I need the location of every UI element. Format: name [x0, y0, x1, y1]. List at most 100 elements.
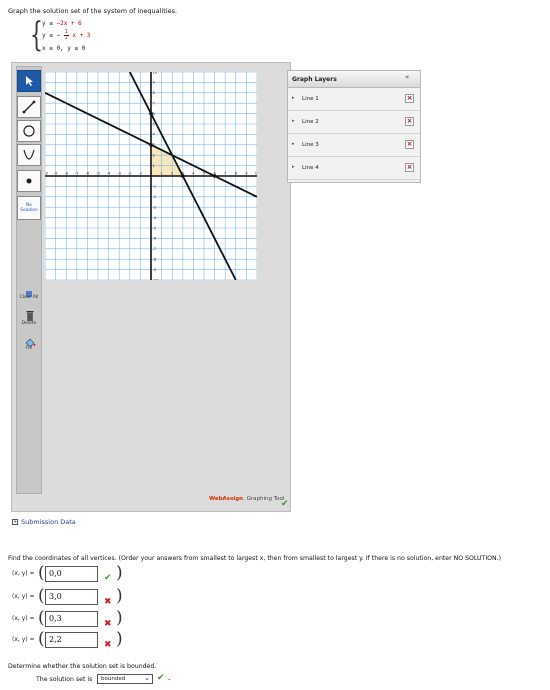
- layer-item-2[interactable]: ▸ Line 2 ×: [288, 112, 420, 134]
- inequality-system: { y ≤ −2x + 6 y ≤ − 1 2 x + 3 x ≥ 0, y ≥…: [30, 18, 120, 56]
- line-point: [149, 111, 153, 116]
- brand-text: WebAssign. Graphing Tool: [209, 496, 284, 502]
- layer-item-4[interactable]: ▸ Line 4 ×: [288, 158, 420, 180]
- y-tick-label: 2: [153, 154, 155, 158]
- layer-label: Line 4: [302, 165, 319, 171]
- xy-label: (x, y) =: [12, 636, 35, 643]
- open-paren: (: [38, 629, 45, 649]
- vertex-question: Find the coordinates of all vertices. (O…: [8, 555, 502, 562]
- graph-layers-header: Graph Layers: [287, 70, 421, 88]
- layer-label: Line 2: [302, 119, 319, 125]
- layer-label: Line 3: [302, 142, 319, 148]
- bounded-label: The solution set is: [36, 676, 93, 683]
- x-tick-label: -5: [96, 172, 100, 176]
- no-solution-button[interactable]: No Solution: [17, 196, 41, 220]
- graph-correct-check-icon: ✔: [281, 499, 289, 509]
- submission-data-toggle[interactable]: + Submission Data: [12, 518, 76, 526]
- expand-arrow-icon[interactable]: ▸: [292, 95, 295, 101]
- delete-layer-icon[interactable]: ×: [405, 140, 414, 149]
- expand-arrow-icon[interactable]: ▸: [292, 118, 295, 124]
- bounded-question: Determine whether the solution set is bo…: [8, 663, 157, 670]
- close-paren: ): [116, 629, 123, 649]
- open-paren: (: [38, 586, 45, 606]
- y-tick-label: -1: [153, 185, 157, 189]
- y-tick-label: -2: [153, 195, 157, 199]
- pointer-tool-button[interactable]: [17, 70, 41, 92]
- vertex-input[interactable]: 0,0: [45, 566, 98, 582]
- inequality-1: y ≤ −2x + 6: [42, 20, 82, 27]
- solution-region: [151, 144, 183, 176]
- y-tick-label: -10: [153, 278, 160, 280]
- x-tick-label: -7: [75, 172, 79, 176]
- x-tick-label: -4: [107, 172, 111, 176]
- fraction-denominator: 2: [64, 35, 68, 41]
- xy-label: (x, y) =: [12, 570, 35, 577]
- pointer-icon: [26, 76, 33, 86]
- xy-label: (x, y) =: [12, 593, 35, 600]
- close-paren: ): [116, 586, 123, 606]
- question-text: Graph the solution set of the system of …: [8, 7, 178, 15]
- x-tick-label: -9: [54, 172, 58, 176]
- line-point: [181, 174, 185, 178]
- bounded-select-value: bounded: [101, 676, 126, 682]
- y-tick-label: -3: [153, 206, 157, 210]
- y-tick-label: -5: [153, 226, 157, 230]
- line-point: [149, 143, 153, 147]
- coordinate-plane[interactable]: -10-9-8-7-6-5-4-3-2-11234567891010987654…: [45, 72, 257, 280]
- no-solution-label: No Solution: [20, 203, 38, 213]
- line-tool-button[interactable]: [17, 96, 41, 118]
- delete-layer-icon[interactable]: ×: [405, 163, 414, 172]
- y-tick-label: -7: [153, 247, 157, 251]
- vertex-input[interactable]: 2,2: [45, 632, 98, 648]
- ineq2-right: x + 3: [72, 32, 91, 39]
- parabola-icon: [23, 149, 35, 160]
- close-paren: ): [116, 608, 123, 628]
- x-tick-label: 9: [245, 172, 248, 176]
- layer-item-3[interactable]: ▸ Line 3 ×: [288, 135, 420, 157]
- delete-button[interactable]: [24, 307, 36, 321]
- fill-label: Fill: [25, 346, 32, 351]
- circle-tool-button[interactable]: [17, 120, 41, 142]
- xy-label: (x, y) =: [12, 615, 35, 622]
- cross-icon: ✖: [104, 619, 112, 629]
- bounded-select[interactable]: bounded ⌄: [97, 674, 153, 684]
- layer-label: Line 1: [302, 96, 319, 102]
- x-tick-label: -3: [117, 172, 121, 176]
- x-tick-label: -1: [139, 172, 143, 176]
- clear-all-button[interactable]: [20, 283, 38, 297]
- brand-name: WebAssign: [209, 496, 244, 502]
- y-tick-label: 10: [153, 72, 158, 74]
- open-paren: (: [38, 563, 45, 583]
- expand-arrow-icon[interactable]: ▸: [292, 164, 295, 170]
- delete-layer-icon[interactable]: ×: [405, 94, 414, 103]
- inequality-2: y ≤ − 1 2 x + 3: [42, 30, 90, 41]
- check-icon: ✔: [104, 573, 112, 583]
- cross-icon: ✖: [104, 597, 112, 607]
- point-tool-button[interactable]: [17, 170, 41, 192]
- y-tick-label: 6: [153, 112, 156, 116]
- ineq1-right: −2x + 6: [56, 20, 82, 27]
- x-tick-label: 7: [224, 172, 226, 176]
- x-tick-label: 4: [192, 172, 195, 176]
- open-paren: (: [38, 608, 45, 628]
- fill-button[interactable]: [24, 333, 36, 348]
- circle-icon: [23, 125, 35, 137]
- bounded-correct-check-icon: ✔ .: [157, 673, 171, 683]
- ineq1-left: y ≤: [42, 20, 53, 27]
- x-tick-label: 1: [160, 172, 162, 176]
- chevron-down-icon: ⌄: [144, 674, 150, 682]
- x-tick-label: -6: [86, 172, 90, 176]
- point-icon: [26, 178, 32, 184]
- x-tick-label: 2: [171, 172, 173, 176]
- expand-arrow-icon[interactable]: ▸: [292, 141, 295, 147]
- vertex-input[interactable]: 3,0: [45, 589, 98, 605]
- delete-layer-icon[interactable]: ×: [405, 117, 414, 126]
- inequality-3: x ≥ 0, y ≥ 0: [42, 45, 86, 52]
- delete-label: Delete: [21, 321, 37, 326]
- collapse-icon[interactable]: «: [405, 73, 409, 81]
- layer-item-1[interactable]: ▸ Line 1 ×: [288, 89, 420, 111]
- parabola-tool-button[interactable]: [17, 144, 41, 166]
- line-point: [212, 174, 217, 178]
- vertex-input[interactable]: 0,3: [45, 611, 98, 627]
- brand-suffix: . Graphing Tool: [243, 496, 285, 502]
